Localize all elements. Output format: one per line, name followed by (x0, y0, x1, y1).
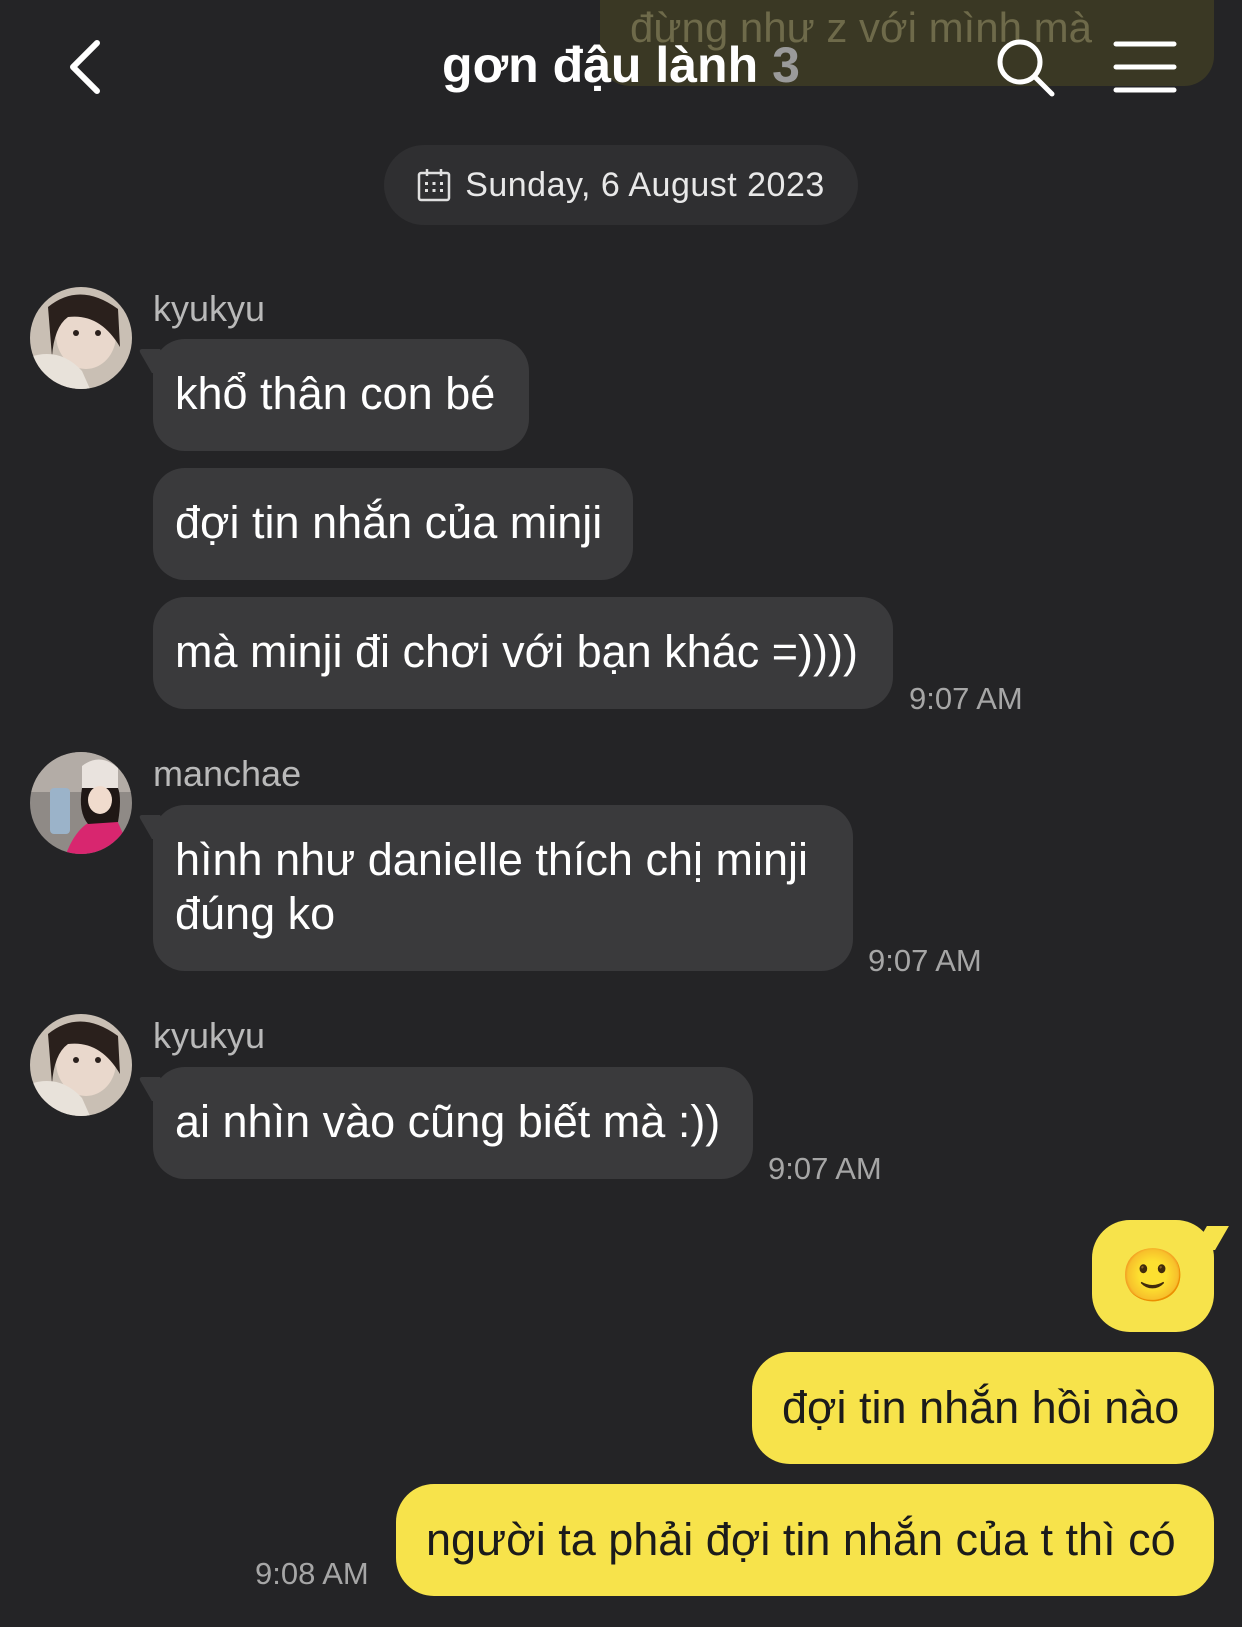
chat-title: gơn đậu lành 3 (300, 36, 942, 94)
chevron-left-icon (70, 40, 100, 94)
sender-name: kyukyu (153, 1015, 266, 1056)
profile-photo (30, 287, 132, 389)
date-divider: Sunday, 6 August 2023 (384, 145, 858, 225)
message-bubble[interactable]: ai nhìn vào cũng biết mà :)) (153, 1067, 753, 1179)
my-message-bubble[interactable]: đợi tin nhắn hồi nào (752, 1352, 1214, 1464)
message-bubble[interactable]: đợi tin nhắn của minji (153, 468, 633, 580)
my-message-bubble[interactable]: 🙂 (1092, 1220, 1214, 1332)
message-time: 9:07 AM (868, 943, 982, 978)
message-bubble[interactable]: khổ thân con bé (153, 339, 529, 451)
message-time: 9:07 AM (768, 1151, 882, 1186)
profile-photo (30, 752, 132, 854)
chat-name: gơn đậu lành (442, 37, 759, 93)
search-button[interactable] (990, 32, 1060, 102)
calendar-icon (417, 169, 451, 202)
message-time: 9:07 AM (909, 681, 1023, 716)
profile-photo (30, 1014, 132, 1116)
message-time: 9:08 AM (255, 1556, 369, 1591)
message-bubble[interactable]: hình như danielle thích chị minji đúng k… (153, 805, 853, 971)
search-icon (997, 39, 1055, 97)
menu-button[interactable] (1110, 36, 1180, 98)
back-button[interactable] (50, 30, 120, 104)
avatar-kyukyu[interactable] (30, 1014, 132, 1116)
member-count: 3 (772, 37, 800, 93)
avatar-kyukyu[interactable] (30, 287, 132, 389)
sender-name: manchae (153, 753, 302, 794)
sender-name: kyukyu (153, 288, 266, 329)
my-message-bubble[interactable]: người ta phải đợi tin nhắn của t thì có (396, 1484, 1214, 1596)
avatar-manchae[interactable] (30, 752, 132, 854)
hamburger-menu-icon (1113, 41, 1177, 93)
message-bubble[interactable]: mà minji đi chơi với bạn khác =)))) (153, 597, 893, 709)
date-divider-label: Sunday, 6 August 2023 (465, 165, 825, 204)
emoji-sticker: 🙂 (1120, 1247, 1186, 1305)
